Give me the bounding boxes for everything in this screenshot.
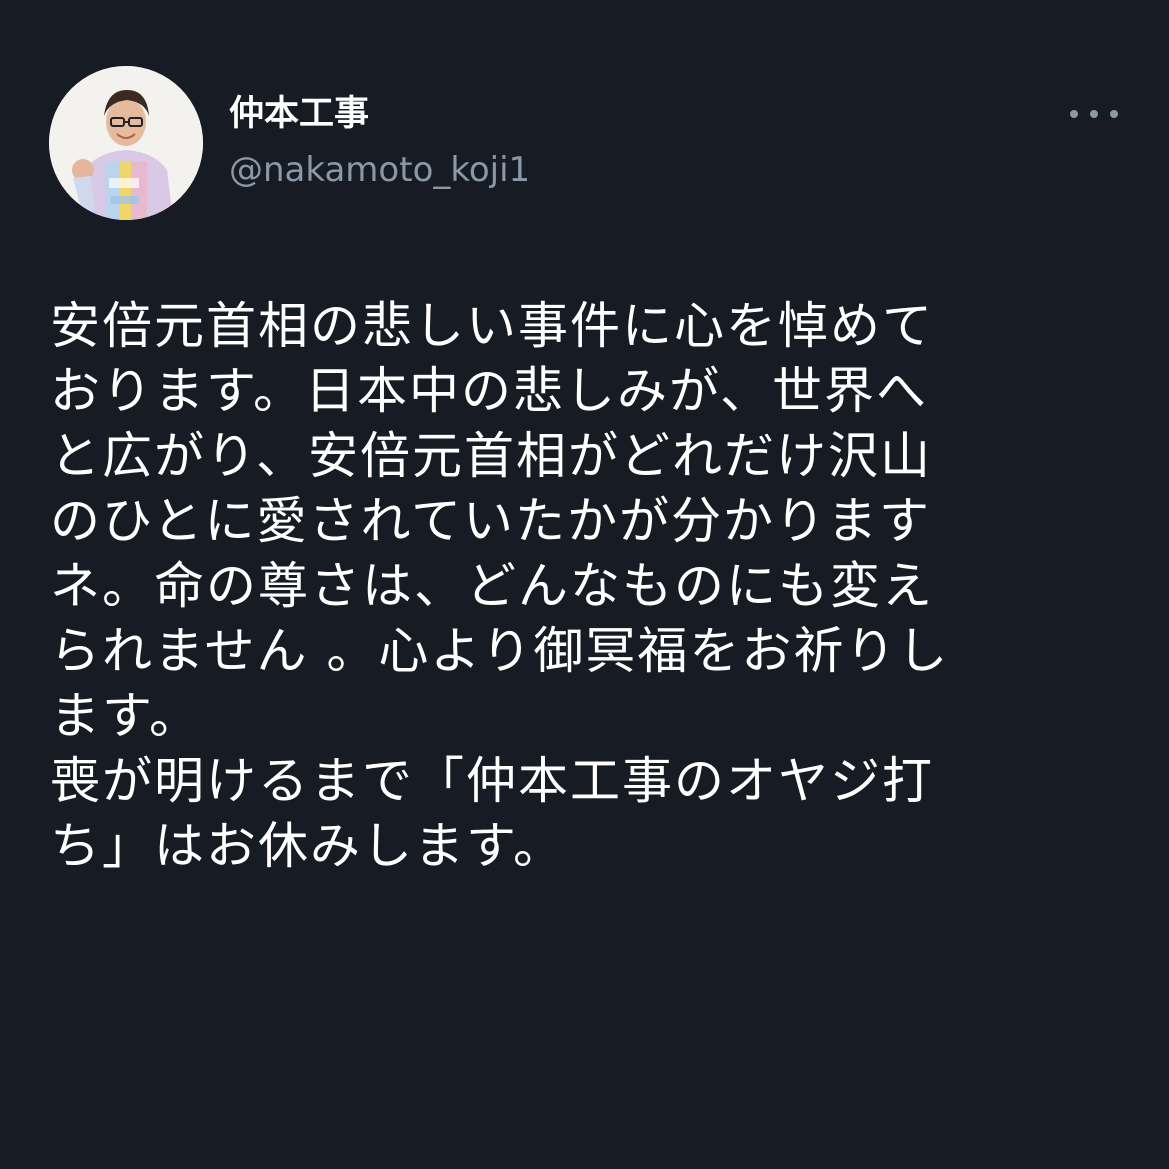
tweet-text-line: 安倍元首相の悲しい事件に心を悼めて bbox=[50, 297, 934, 355]
author-handle[interactable]: @nakamoto_koji1 bbox=[229, 150, 530, 190]
author-display-name[interactable]: 仲本工事 bbox=[229, 92, 530, 136]
tweet-text-line: のひとに愛されていたかが分かります bbox=[50, 492, 931, 550]
more-dot bbox=[1110, 110, 1118, 118]
author-block: 仲本工事 @nakamoto_koji1 bbox=[229, 92, 530, 190]
tweet-text-line: られません 。心より御冥福をお祈りし bbox=[50, 622, 950, 680]
tweet-text-line: ネ。命の尊さは、どんなものにも変え bbox=[50, 557, 934, 615]
more-dot bbox=[1070, 110, 1078, 118]
tweet-card: 仲本工事 @nakamoto_koji1 安倍元首相の悲しい事件に心を悼めて お… bbox=[0, 0, 1169, 1169]
more-horizontal-icon[interactable] bbox=[1066, 96, 1122, 132]
tweet-text-line: 喪が明けるまで「仲本工事のオヤジ打 bbox=[50, 752, 934, 810]
tweet-text-line: と広がり、安倍元首相がどれだけ沢山 bbox=[50, 427, 932, 485]
tweet-text-line: ち」はお休みします。 bbox=[50, 817, 565, 875]
tweet-text-line: ます。 bbox=[50, 687, 201, 745]
tweet-text: 安倍元首相の悲しい事件に心を悼めて おります。日本中の悲しみが、世界へ と広がり… bbox=[50, 294, 1120, 879]
avatar[interactable] bbox=[49, 66, 203, 220]
tweet-text-line: おります。日本中の悲しみが、世界へ bbox=[50, 362, 928, 420]
more-dot bbox=[1090, 110, 1098, 118]
